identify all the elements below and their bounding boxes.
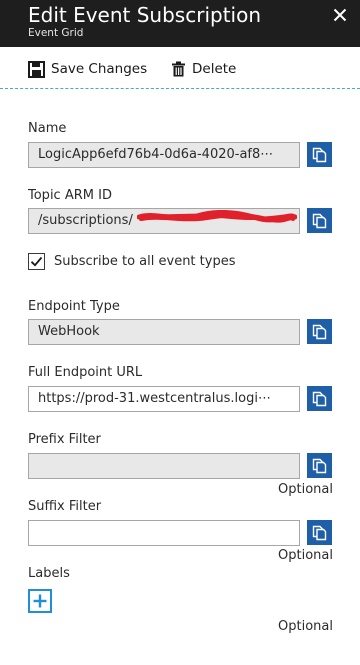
topic-arm-id-label: Topic ARM ID <box>28 188 112 203</box>
prefix-filter-optional-note: Optional <box>278 482 333 497</box>
toolbar-divider <box>0 88 360 89</box>
copy-icon <box>312 525 327 540</box>
subscribe-all-label: Subscribe to all event types <box>54 254 236 269</box>
checkmark-icon <box>30 256 43 267</box>
copy-prefix-filter-button[interactable] <box>307 453 332 478</box>
name-label: Name <box>28 121 67 136</box>
prefix-filter-field[interactable] <box>28 453 300 479</box>
copy-suffix-filter-button[interactable] <box>307 520 332 545</box>
suffix-filter-field[interactable] <box>28 520 300 546</box>
plus-icon <box>33 594 47 608</box>
close-button[interactable] <box>328 2 352 28</box>
blade-header: Edit Event Subscription Event Grid <box>0 0 360 47</box>
close-icon <box>333 8 347 22</box>
copy-icon <box>312 324 327 339</box>
save-icon <box>28 60 45 78</box>
delete-button[interactable]: Delete <box>171 59 236 79</box>
endpoint-type-label: Endpoint Type <box>28 299 120 314</box>
prefix-filter-label: Prefix Filter <box>28 432 101 447</box>
save-changes-button[interactable]: Save Changes <box>28 59 147 79</box>
delete-label: Delete <box>192 61 237 77</box>
endpoint-type-field[interactable]: WebHook <box>28 319 300 345</box>
copy-icon <box>312 391 327 406</box>
copy-icon <box>312 458 327 473</box>
full-endpoint-url-field[interactable]: https://prod-31.westcentralus.logi⋯ <box>28 386 300 412</box>
copy-name-button[interactable] <box>307 142 332 167</box>
copy-icon <box>312 213 327 228</box>
suffix-filter-label: Suffix Filter <box>28 499 102 514</box>
labels-label: Labels <box>28 566 70 581</box>
copy-endpoint-type-button[interactable] <box>307 319 332 344</box>
command-bar: Save Changes Delete <box>0 47 360 89</box>
blade-title: Edit Event Subscription <box>28 3 262 27</box>
blade-subtitle: Event Grid <box>28 27 84 39</box>
subscribe-all-checkbox[interactable] <box>28 253 45 270</box>
trash-icon <box>172 61 185 77</box>
labels-optional-note: Optional <box>278 619 333 634</box>
save-changes-label: Save Changes <box>51 61 148 77</box>
copy-full-endpoint-url-button[interactable] <box>307 386 332 411</box>
full-endpoint-url-label: Full Endpoint URL <box>28 365 143 380</box>
name-field[interactable]: LogicApp6efd76b4-0d6a-4020-af8⋯ <box>28 142 300 168</box>
suffix-filter-optional-note: Optional <box>278 548 333 563</box>
add-label-button[interactable] <box>28 589 52 613</box>
copy-icon <box>312 147 327 162</box>
redaction-mark <box>137 210 297 223</box>
copy-topic-arm-id-button[interactable] <box>307 208 332 233</box>
